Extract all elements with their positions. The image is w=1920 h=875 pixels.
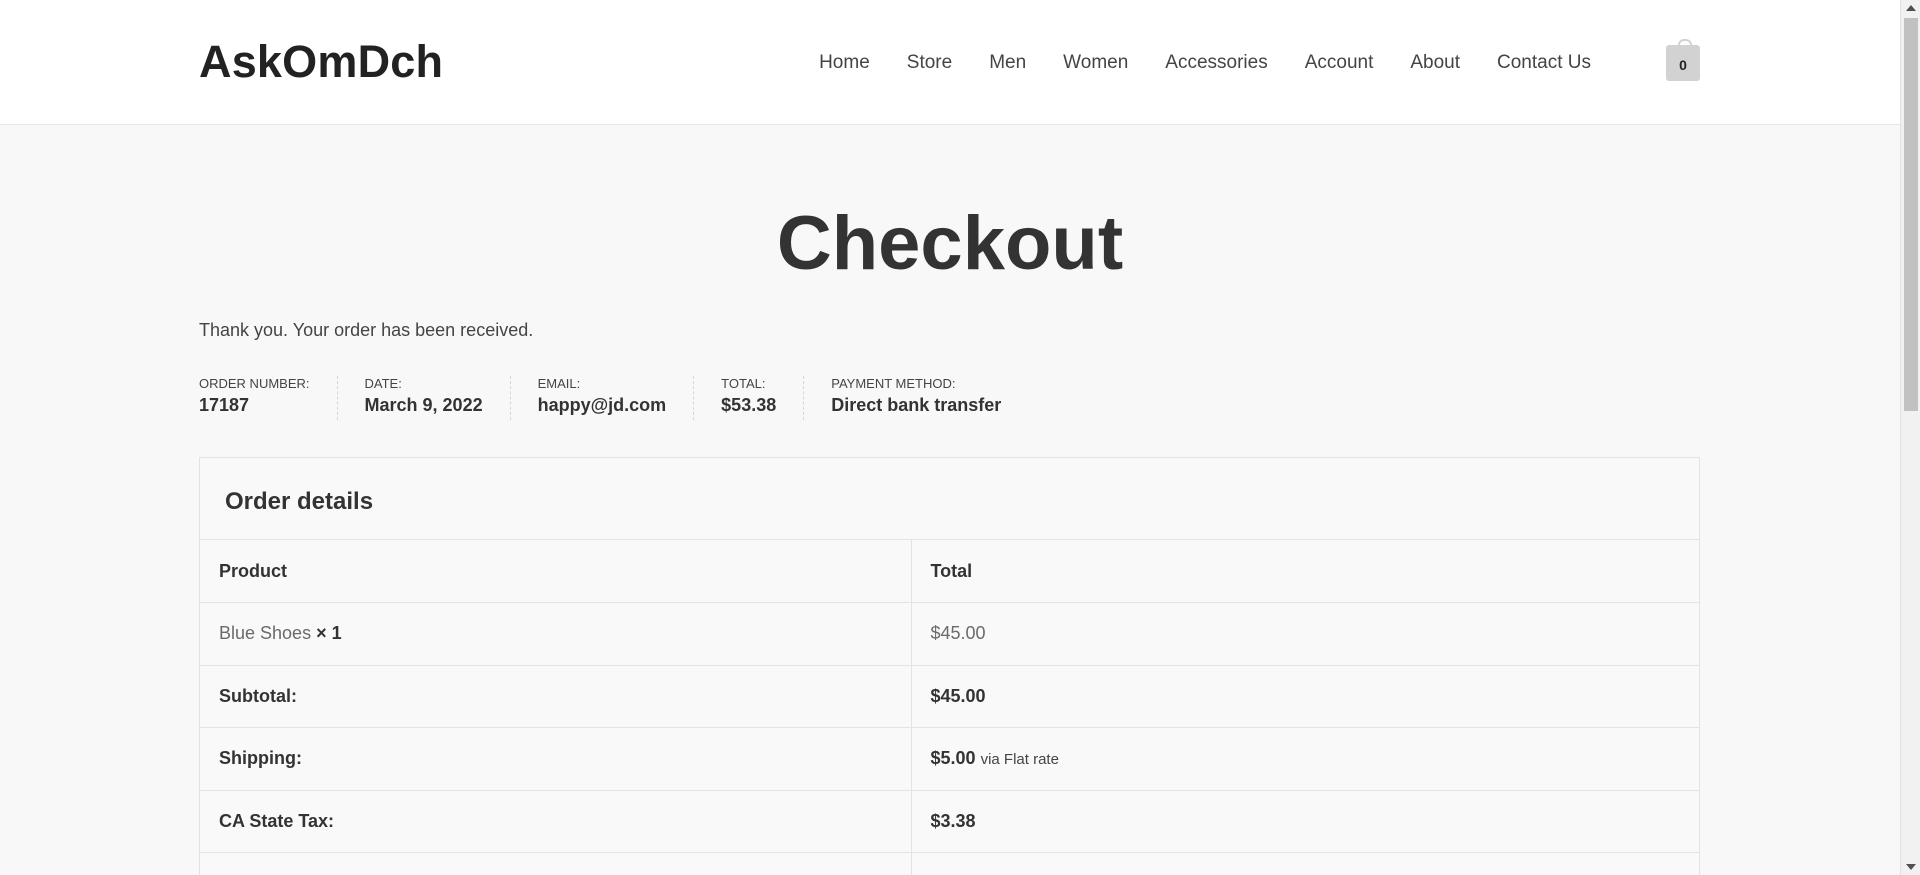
order-overview: ORDER NUMBER: 17187 DATE: March 9, 2022 … — [199, 376, 1028, 420]
site-logo[interactable]: AskOmDch — [199, 36, 443, 88]
scroll-down-icon[interactable] — [1906, 864, 1916, 870]
table-row: Subtotal: $45.00 — [200, 665, 1699, 728]
nav-about[interactable]: About — [1410, 52, 1460, 74]
table-header-row: Product Total — [200, 540, 1699, 603]
product-total: $45.00 — [911, 602, 1699, 666]
nav-accessories[interactable]: Accessories — [1165, 52, 1267, 74]
overview-value: $53.38 — [721, 395, 777, 415]
product-name-link[interactable]: Blue Shoes — [219, 623, 311, 643]
overview-value: Direct bank transfer — [831, 395, 1002, 415]
scroll-up-icon[interactable] — [1906, 5, 1916, 11]
cart-icon[interactable]: 0 — [1666, 39, 1700, 81]
nav-home[interactable]: Home — [819, 52, 870, 74]
nav-contact-us[interactable]: Contact Us — [1497, 52, 1591, 74]
overview-date: DATE: March 9, 2022 — [338, 376, 511, 420]
shipping-method: via Flat rate — [980, 751, 1059, 769]
vertical-scrollbar[interactable] — [1900, 0, 1920, 875]
table-row: Blue Shoes × 1 $45.00 — [200, 602, 1699, 666]
order-details-table: Product Total Blue Shoes × 1 $45.00 Subt… — [200, 540, 1699, 875]
product-quantity: × 1 — [316, 623, 342, 644]
table-row — [200, 852, 1699, 875]
overview-payment-method: PAYMENT METHOD: Direct bank transfer — [804, 376, 1028, 420]
overview-label: ORDER NUMBER: — [199, 376, 310, 391]
product-cell: Blue Shoes × 1 — [200, 602, 912, 666]
overview-value: March 9, 2022 — [364, 395, 483, 415]
nav-men[interactable]: Men — [989, 52, 1026, 74]
shipping-value: $5.00 — [930, 748, 976, 769]
table-cell — [911, 852, 1699, 875]
nav-women[interactable]: Women — [1063, 52, 1128, 74]
column-header-product: Product — [200, 540, 912, 603]
overview-order-number: ORDER NUMBER: 17187 — [199, 376, 338, 420]
subtotal-value: $45.00 — [911, 665, 1699, 728]
overview-value: happy@jd.com — [537, 395, 667, 415]
overview-label: TOTAL: — [721, 376, 766, 391]
column-header-total: Total — [911, 540, 1699, 603]
tax-label: CA State Tax: — [200, 790, 912, 853]
subtotal-label: Subtotal: — [200, 665, 912, 728]
cart-count: 0 — [1679, 56, 1687, 73]
table-row: Shipping: $5.00 via Flat rate — [200, 727, 1699, 791]
order-details-title: Order details — [200, 458, 1699, 540]
overview-label: PAYMENT METHOD: — [831, 376, 956, 391]
overview-email: EMAIL: happy@jd.com — [511, 376, 695, 420]
table-row: CA State Tax: $3.38 — [200, 790, 1699, 853]
nav-account[interactable]: Account — [1305, 52, 1374, 74]
overview-label: EMAIL: — [537, 376, 581, 391]
scrollbar-thumb[interactable] — [1904, 18, 1918, 411]
main-nav: Home Store Men Women Accessories Account… — [819, 52, 1591, 74]
tax-value: $3.38 — [911, 790, 1699, 853]
site-header: AskOmDch Home Store Men Women Accessorie… — [0, 0, 1900, 125]
shipping-label: Shipping: — [200, 727, 912, 791]
shipping-cell: $5.00 via Flat rate — [911, 727, 1699, 791]
overview-value: 17187 — [199, 395, 250, 415]
nav-store[interactable]: Store — [907, 52, 952, 74]
overview-label: DATE: — [364, 376, 402, 391]
overview-total: TOTAL: $53.38 — [694, 376, 805, 420]
order-details-section: Order details Product Total Blue Shoes ×… — [199, 457, 1700, 875]
table-cell — [200, 852, 912, 875]
order-received-notice: Thank you. Your order has been received. — [199, 320, 534, 340]
page-title: Checkout — [776, 201, 1124, 286]
